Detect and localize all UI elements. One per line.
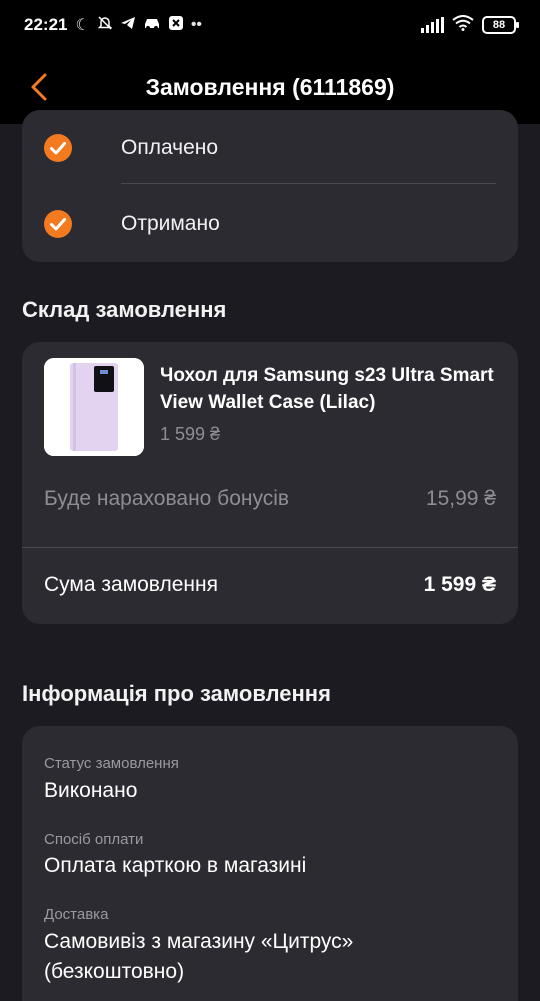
- product-image[interactable]: [44, 358, 144, 456]
- bonus-row: Буде нараховано бонусів 15,99 ₴: [44, 487, 496, 511]
- status-step-label: Оплачено: [121, 136, 219, 159]
- moon-icon: ☾: [75, 17, 90, 34]
- status-bar: 22:21 ☾ •• 88: [0, 0, 540, 50]
- status-icons: ☾ ••: [75, 15, 202, 36]
- status-step-paid: Оплачено: [22, 118, 518, 178]
- product-price: 1 599 ₴: [160, 424, 221, 444]
- bonus-label: Буде нараховано бонусів: [44, 487, 290, 510]
- check-circle-icon: [44, 134, 72, 162]
- page-title: Замовлення (6111869): [145, 73, 395, 100]
- order-status-value: Виконано: [44, 779, 138, 802]
- order-status-card: Оплачено Отримано: [22, 110, 518, 262]
- order-info-card: Статус замовлення Виконано Спосіб оплати…: [22, 726, 518, 1001]
- notification-icon: [168, 15, 184, 36]
- total-label: Сума замовлення: [44, 573, 218, 596]
- battery-level: 88: [492, 19, 506, 31]
- delivery-label: Доставка: [44, 906, 109, 923]
- order-info-title: Інформація про замовлення: [22, 681, 331, 706]
- signal-icon: [421, 17, 444, 33]
- delivery-value: Самовивіз з магазину «Цитрус» (безкоштов…: [44, 930, 354, 983]
- bonus-value: 15,99 ₴: [425, 487, 496, 510]
- order-status-label: Статус замовлення: [44, 755, 179, 772]
- total-value: 1 599 ₴: [423, 573, 496, 596]
- bell-off-icon: [97, 15, 113, 36]
- order-contents-card: Чохол для Samsung s23 Ultra Smart View W…: [22, 342, 518, 624]
- more-dots-icon: ••: [190, 16, 203, 33]
- battery-icon: 88: [482, 16, 519, 34]
- payment-method-label: Спосіб оплати: [44, 831, 144, 848]
- chevron-left-icon: [31, 73, 47, 101]
- car-icon: [143, 16, 161, 35]
- divider: [22, 547, 518, 548]
- status-right: 88: [421, 14, 519, 36]
- divider: [121, 183, 496, 184]
- status-step-received: Отримано: [22, 194, 518, 254]
- status-time: 22:21: [24, 15, 68, 34]
- wifi-icon: [452, 14, 474, 36]
- telegram-icon: [120, 15, 136, 36]
- product-name[interactable]: Чохол для Samsung s23 Ultra Smart View W…: [160, 362, 500, 416]
- order-contents-title: Склад замовлення: [22, 297, 227, 322]
- status-step-label: Отримано: [121, 212, 220, 235]
- payment-method-value: Оплата карткою в магазині: [44, 854, 307, 877]
- back-button[interactable]: [22, 70, 56, 104]
- check-circle-icon: [44, 210, 72, 238]
- total-row: Сума замовлення 1 599 ₴: [44, 573, 496, 597]
